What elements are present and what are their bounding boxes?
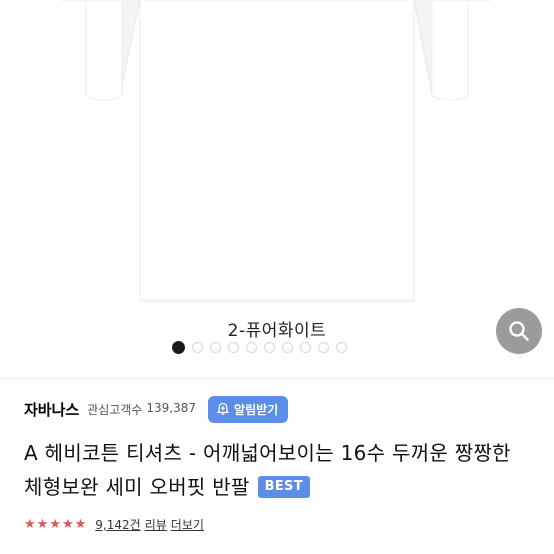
product-title: A 헤비코튼 티셔츠 - 어깨넓어보이는 16수 두꺼운 짱짱한 체형보완 세미… xyxy=(24,436,534,504)
rating-row: ★★★★★ 9,142건 리뷰 더보기 xyxy=(24,514,204,534)
variant-caption: 2-퓨어화이트 xyxy=(227,321,327,341)
star-rating: ★★★★★ xyxy=(24,516,88,532)
followers-count: 관심고객수 139,387 xyxy=(87,401,196,418)
followers-value: 139,387 xyxy=(146,400,197,415)
gallery-dot[interactable] xyxy=(192,341,203,353)
gallery-dot-active[interactable] xyxy=(172,340,185,354)
bell-plus-icon xyxy=(216,402,230,415)
divider xyxy=(0,378,554,379)
review-count[interactable]: 9,142건 xyxy=(95,516,140,533)
followers-label: 관심고객수 xyxy=(87,402,143,417)
search-icon xyxy=(509,321,529,341)
brand-row: 자바나스 관심고객수 139,387 알림받기 xyxy=(24,395,289,423)
gallery-dot[interactable] xyxy=(300,341,311,353)
gallery-dot[interactable] xyxy=(264,341,275,353)
gallery-dot[interactable] xyxy=(318,341,329,353)
gallery-dot[interactable] xyxy=(228,341,239,353)
gallery-dot[interactable] xyxy=(246,341,257,353)
gallery-dots xyxy=(172,340,347,354)
gallery-dot[interactable] xyxy=(282,341,293,353)
brand-name[interactable]: 자바나스 xyxy=(24,399,79,420)
review-label[interactable]: 리뷰 xyxy=(145,516,167,533)
gallery-dot[interactable] xyxy=(336,341,347,353)
more-link[interactable]: 더보기 xyxy=(171,516,204,533)
best-badge: BEST xyxy=(257,476,310,498)
zoom-button[interactable] xyxy=(496,308,542,354)
alarm-button[interactable]: 알림받기 xyxy=(208,395,289,423)
product-image-gallery[interactable]: 2-퓨어화이트 xyxy=(0,0,554,378)
gallery-dot[interactable] xyxy=(210,341,221,353)
alarm-button-label: 알림받기 xyxy=(234,402,279,417)
